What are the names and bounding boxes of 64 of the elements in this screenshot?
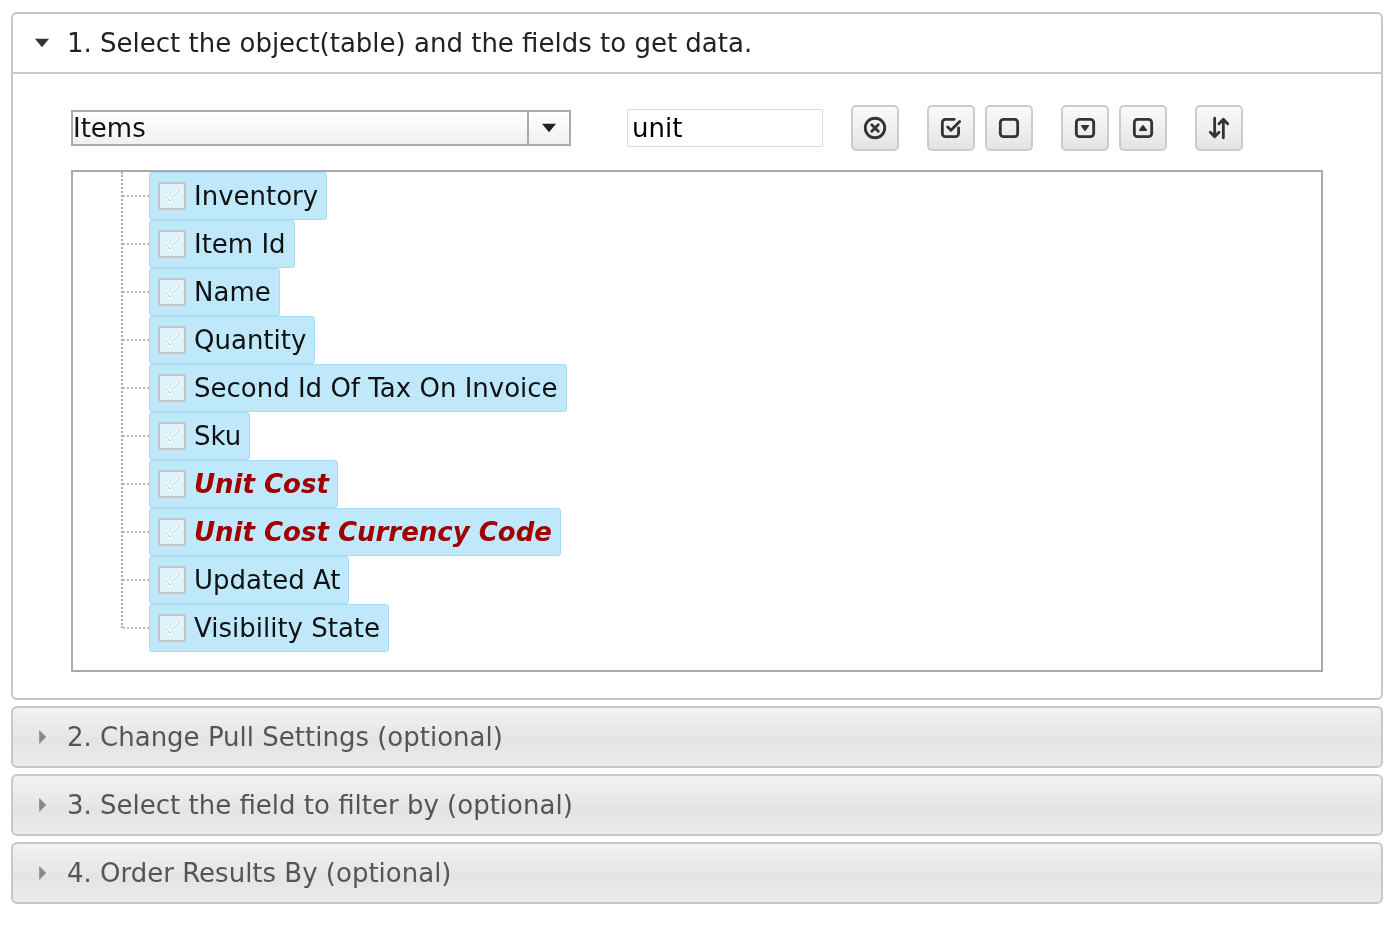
- search-field[interactable]: unit: [627, 109, 823, 147]
- checkbox[interactable]: [158, 518, 186, 546]
- accordion-header[interactable]: 2. Change Pull Settings (optional): [13, 708, 1381, 766]
- checkmark-icon: [162, 235, 182, 253]
- checkmark-icon: [162, 187, 182, 205]
- checkbox[interactable]: [158, 614, 186, 642]
- close-circle-icon: [862, 115, 888, 141]
- expand-button[interactable]: [1061, 105, 1109, 151]
- checkmark-icon: [162, 619, 182, 637]
- check-all-button[interactable]: [927, 105, 975, 151]
- section-title: 3. Select the field to filter by (optional): [67, 790, 573, 820]
- field-label: Visibility State: [194, 613, 381, 643]
- checkmark-icon: [162, 427, 182, 445]
- field-label: Quantity: [194, 325, 307, 355]
- field-label: Second Id Of Tax On Invoice: [194, 373, 558, 403]
- checkbox-checked-icon: [938, 115, 964, 141]
- field-label: Inventory: [194, 181, 319, 211]
- accordion-header[interactable]: 3. Select the field to filter by (optional): [13, 776, 1381, 834]
- tree-item[interactable]: Unit Cost: [149, 460, 338, 508]
- tree-item[interactable]: Second Id Of Tax On Invoice: [149, 364, 567, 412]
- checkbox[interactable]: [158, 422, 186, 450]
- collapse-button[interactable]: [1119, 105, 1167, 151]
- checkbox[interactable]: [158, 566, 186, 594]
- checkbox[interactable]: [158, 470, 186, 498]
- checkbox[interactable]: [158, 230, 186, 258]
- sort-button[interactable]: [1195, 105, 1243, 151]
- field-label: Item Id: [194, 229, 286, 259]
- checkmark-icon: [162, 379, 182, 397]
- tree-item[interactable]: Item Id: [149, 220, 295, 268]
- tree-item[interactable]: Visibility State: [149, 604, 390, 652]
- checkbox[interactable]: [158, 182, 186, 210]
- square-caret-up-icon: [1130, 115, 1156, 141]
- accordion-header[interactable]: 1. Select the object(table) and the fields to get data.: [13, 14, 1381, 74]
- accordion-header[interactable]: 4. Order Results By (optional): [13, 844, 1381, 902]
- checkmark-icon: [162, 571, 182, 589]
- section-title: 4. Order Results By (optional): [67, 858, 452, 888]
- checkmark-icon: [162, 523, 182, 541]
- checkmark-icon: [162, 331, 182, 349]
- checkbox[interactable]: [158, 278, 186, 306]
- tree-item[interactable]: Unit Cost Currency Code: [149, 508, 561, 556]
- square-caret-down-icon: [1072, 115, 1098, 141]
- field-label: Name: [194, 277, 271, 307]
- caret-down-icon: [542, 123, 556, 133]
- field-label: Unit Cost: [194, 469, 329, 499]
- checkbox[interactable]: [158, 374, 186, 402]
- tree-item[interactable]: Quantity: [149, 316, 316, 364]
- sort-arrows-icon: [1206, 115, 1232, 141]
- clear-button[interactable]: [851, 105, 899, 151]
- section-title: 2. Change Pull Settings (optional): [67, 722, 503, 752]
- tree-item[interactable]: Updated At: [149, 556, 350, 604]
- section-title: 1. Select the object(table) and the fields to get data.: [67, 28, 753, 58]
- caret-down-icon: [35, 36, 49, 50]
- uncheck-all-button[interactable]: [985, 105, 1033, 151]
- field-label: Updated At: [194, 565, 341, 595]
- tree-item[interactable]: Inventory: [149, 172, 328, 220]
- checkmark-icon: [162, 283, 182, 301]
- checkbox-empty-icon: [996, 115, 1022, 141]
- tree-item[interactable]: Name: [149, 268, 280, 316]
- field-label: Sku: [194, 421, 242, 451]
- checkmark-icon: [162, 475, 182, 493]
- tree-item[interactable]: Sku: [149, 412, 251, 460]
- checkbox[interactable]: [158, 326, 186, 354]
- object-dropdown[interactable]: Items: [71, 110, 571, 146]
- field-label: Unit Cost Currency Code: [194, 517, 552, 547]
